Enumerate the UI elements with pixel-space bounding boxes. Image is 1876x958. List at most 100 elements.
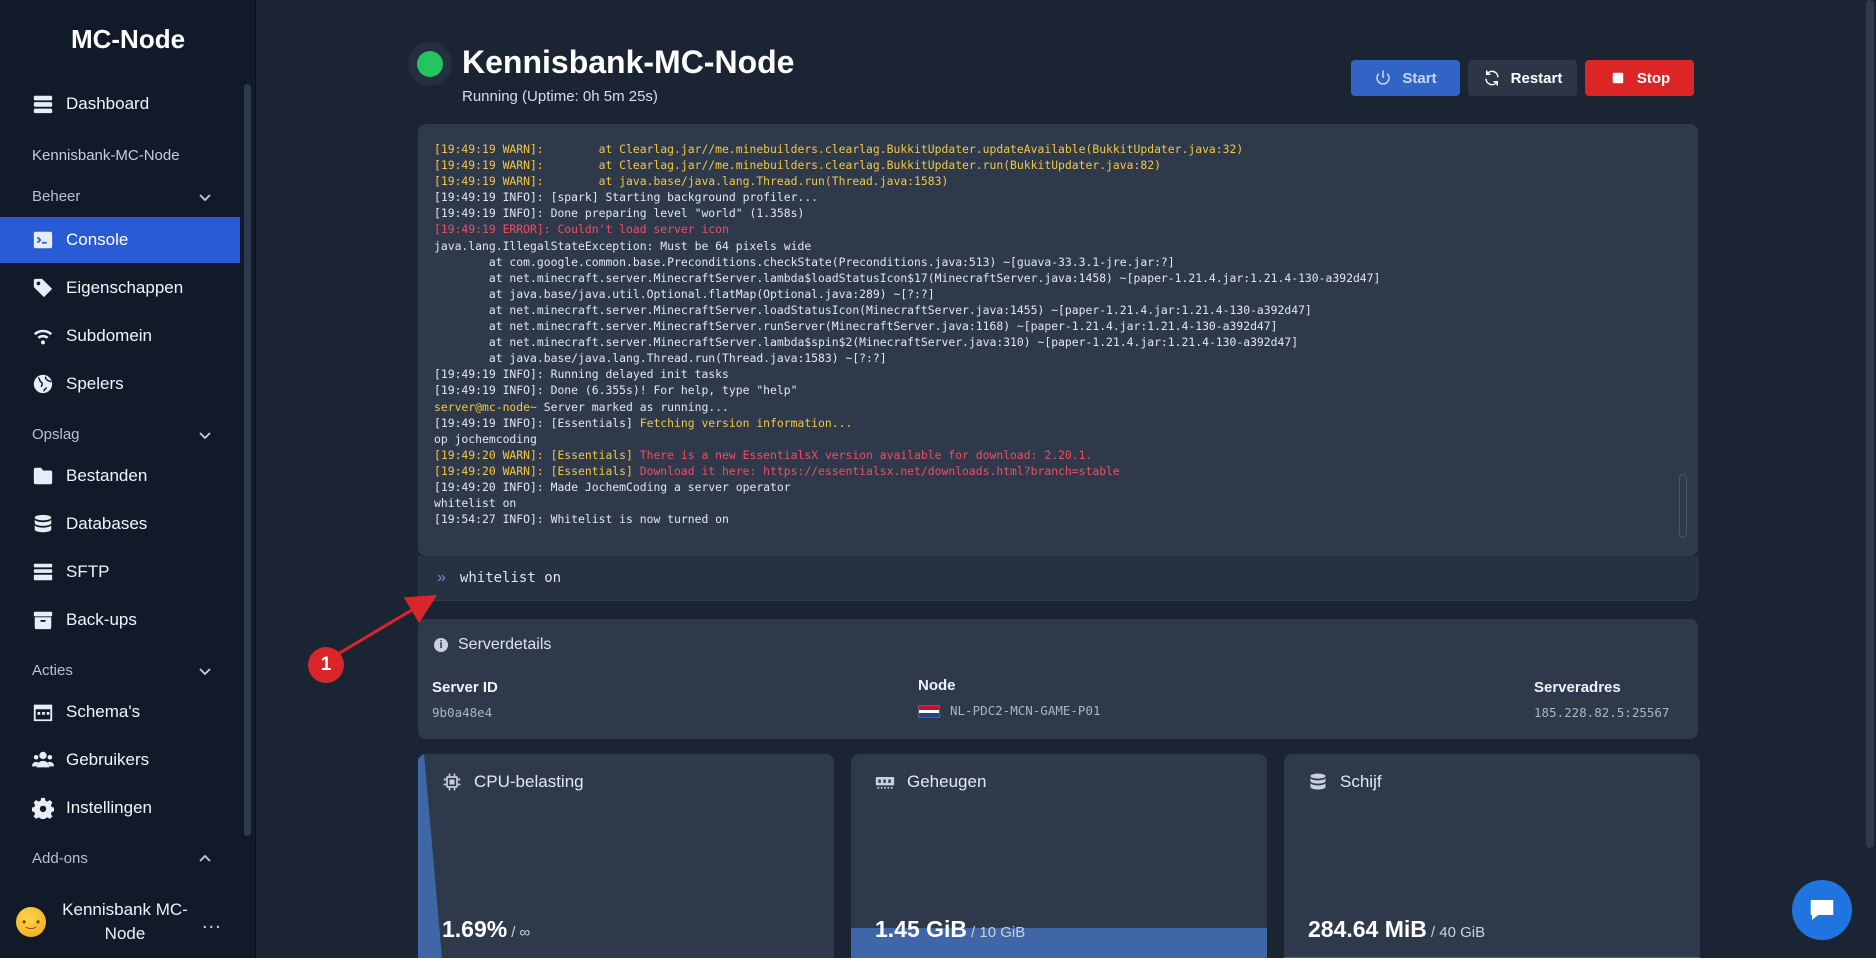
button-label: Start: [1402, 69, 1437, 87]
console-text: at net.minecraft.server.MinecraftServer.…: [434, 319, 1278, 334]
disk-limit: / 40 GiB: [1430, 924, 1486, 941]
restart-button[interactable]: Restart: [1468, 60, 1577, 96]
console-line: at java.base/java.util.Optional.flatMap(…: [434, 286, 1682, 302]
console-line: [19:49:19 INFO]: Done (6.355s)! For help…: [434, 382, 1682, 398]
sidebar-item-subdomein[interactable]: Subdomein: [0, 313, 240, 359]
status-indicator: [408, 42, 452, 86]
console-line: [19:49:19 WARN]: at Clearlag.jar//me.min…: [434, 157, 1682, 173]
more-options-icon[interactable]: ...: [202, 911, 222, 934]
scrollbar-thumb[interactable]: [1866, 0, 1874, 848]
memory-header: Geheugen: [875, 772, 986, 792]
sidebar-item-spelers[interactable]: Spelers: [0, 361, 240, 407]
section-opslag[interactable]: Opslag: [32, 426, 212, 443]
console-text: op jochemcoding: [434, 431, 537, 446]
main-content: Kennisbank-MC-Node Running (Uptime: 0h 5…: [256, 0, 1876, 958]
avatar: •‿•: [16, 907, 46, 937]
tag-icon: [33, 278, 53, 298]
chevron-down-icon: [199, 667, 211, 675]
brand-logo[interactable]: MC-Node: [0, 24, 256, 55]
console-text: [19:49:19 INFO]: Running delayed init ta…: [434, 367, 729, 382]
start-button[interactable]: Start: [1351, 60, 1460, 96]
console-scrollbar[interactable]: [1679, 474, 1687, 538]
stop-square-icon: [1612, 72, 1624, 84]
cpu-value: 1.69% / ∞: [442, 916, 530, 943]
console-text: Download it here: https://essentialsx.ne…: [639, 463, 1120, 478]
disk-card: Schijf 284.64 MiB/ 40 GiB: [1284, 754, 1700, 958]
sidebar-item-gebruikers[interactable]: Gebruikers: [0, 737, 240, 783]
console-line: [19:49:20 WARN]: [Essentials] Download i…: [434, 463, 1682, 479]
console-line: [19:49:19 INFO]: Done preparing level "w…: [434, 205, 1682, 221]
command-input[interactable]: [459, 570, 1560, 586]
chevron-down-icon: [199, 431, 211, 439]
refresh-icon: [1484, 70, 1499, 86]
console-text: whitelist on: [434, 496, 517, 511]
console-line: java.lang.IllegalStateException: Must be…: [434, 238, 1682, 254]
sidebar-scrollbar[interactable]: [244, 84, 251, 836]
server-id-value: 9b0a48e4: [432, 705, 493, 720]
cpu-chip-icon: [443, 773, 461, 791]
sidebar-item-label: Gebruikers: [66, 750, 150, 769]
sidebar-item-eigenschappen[interactable]: Eigenschappen: [0, 265, 240, 311]
sidebar-item-sftp[interactable]: SFTP: [0, 549, 240, 595]
console-line: at net.minecraft.server.MinecraftServer.…: [434, 302, 1682, 318]
archive-icon: [33, 611, 53, 630]
memory-icon: [875, 777, 895, 789]
console-text: java.lang.IllegalStateException: Must be…: [434, 238, 812, 253]
console-line: at net.minecraft.server.MinecraftServer.…: [434, 318, 1682, 334]
user-menu[interactable]: •‿• Kennisbank MC-Node ...: [16, 898, 246, 946]
section-beheer[interactable]: Beheer: [32, 188, 212, 205]
console-text: [19:49:19 ERROR]: Couldn't load server i…: [434, 222, 729, 237]
sidebar-item-databases[interactable]: Databases: [0, 501, 240, 547]
chat-button[interactable]: [1792, 880, 1852, 940]
chat-bubble-icon: [1810, 900, 1834, 920]
section-label: Acties: [32, 662, 73, 679]
console-text: at net.minecraft.server.MinecraftServer.…: [434, 270, 1381, 285]
cpu-limit: / ∞: [511, 924, 531, 941]
details-title: Serverdetails: [458, 636, 552, 653]
terminal-icon: [33, 231, 53, 249]
server-address-value[interactable]: 185.228.82.5:25567: [1534, 705, 1669, 720]
sidebar-item-backups[interactable]: Back-ups: [0, 597, 240, 643]
memory-card: Geheugen 1.45 GiB/ 10 GiB: [851, 754, 1267, 958]
sidebar-item-bestanden[interactable]: Bestanden: [0, 453, 240, 499]
stop-button[interactable]: Stop: [1585, 60, 1694, 96]
scrollbar-thumb[interactable]: [244, 84, 251, 836]
console-text: at java.base/java.lang.Thread.run(Thread…: [434, 351, 887, 366]
sidebar-item-label: Spelers: [66, 374, 124, 393]
console-line: at net.minecraft.server.MinecraftServer.…: [434, 334, 1682, 350]
sidebar-item-console[interactable]: Console: [0, 217, 240, 263]
console-text: [19:49:19 INFO]: [spark] Starting backgr…: [434, 190, 819, 205]
console-line: op jochemcoding: [434, 431, 1682, 447]
sidebar-item-label: SFTP: [66, 562, 110, 581]
sidebar-item-schemas[interactable]: Schema's: [0, 689, 240, 735]
console-line: at net.minecraft.server.MinecraftServer.…: [434, 270, 1682, 286]
sidebar-item-label: Subdomein: [66, 326, 153, 345]
users-icon: [32, 751, 54, 768]
console-text: Server marked as running...: [536, 399, 729, 414]
console-line: [19:49:19 INFO]: [spark] Starting backgr…: [434, 189, 1682, 205]
disk-usage: 284.64 MiB: [1308, 916, 1427, 942]
console-line: whitelist on: [434, 495, 1682, 511]
globe-icon: [33, 374, 53, 394]
sidebar-item-label: Bestanden: [66, 466, 148, 485]
console-text: [19:49:20 WARN]: [Essentials]: [434, 447, 640, 462]
node-value: NL-PDC2-MCN-GAME-P01: [918, 703, 1101, 718]
sidebar-item-dashboard[interactable]: Dashboard: [0, 81, 240, 127]
console-line: [19:49:19 ERROR]: Couldn't load server i…: [434, 221, 1682, 237]
power-icon: [1376, 70, 1391, 85]
sidebar-item-label: Databases: [66, 514, 148, 533]
sidebar-item-instellingen[interactable]: Instellingen: [0, 785, 240, 831]
memory-usage: 1.45 GiB: [875, 916, 968, 942]
disk-value: 284.64 MiB/ 40 GiB: [1308, 916, 1485, 943]
page-scrollbar[interactable]: [1864, 0, 1876, 958]
console-output[interactable]: [19:49:19 WARN]: at Clearlag.jar//me.min…: [418, 124, 1698, 556]
section-acties[interactable]: Acties: [32, 662, 212, 679]
console-text: Fetching version information...: [639, 415, 853, 430]
console-line: [19:49:19 INFO]: Running delayed init ta…: [434, 366, 1682, 382]
console-text: [19:54:27 INFO]: Whitelist is now turned…: [434, 512, 729, 527]
section-label: Add-ons: [32, 850, 88, 867]
section-addons[interactable]: Add-ons: [32, 850, 212, 867]
console-text: server@mc-node~: [434, 399, 537, 414]
console-line: [19:49:20 WARN]: [Essentials] There is a…: [434, 447, 1682, 463]
user-name: Kennisbank MC-Node: [62, 900, 188, 943]
